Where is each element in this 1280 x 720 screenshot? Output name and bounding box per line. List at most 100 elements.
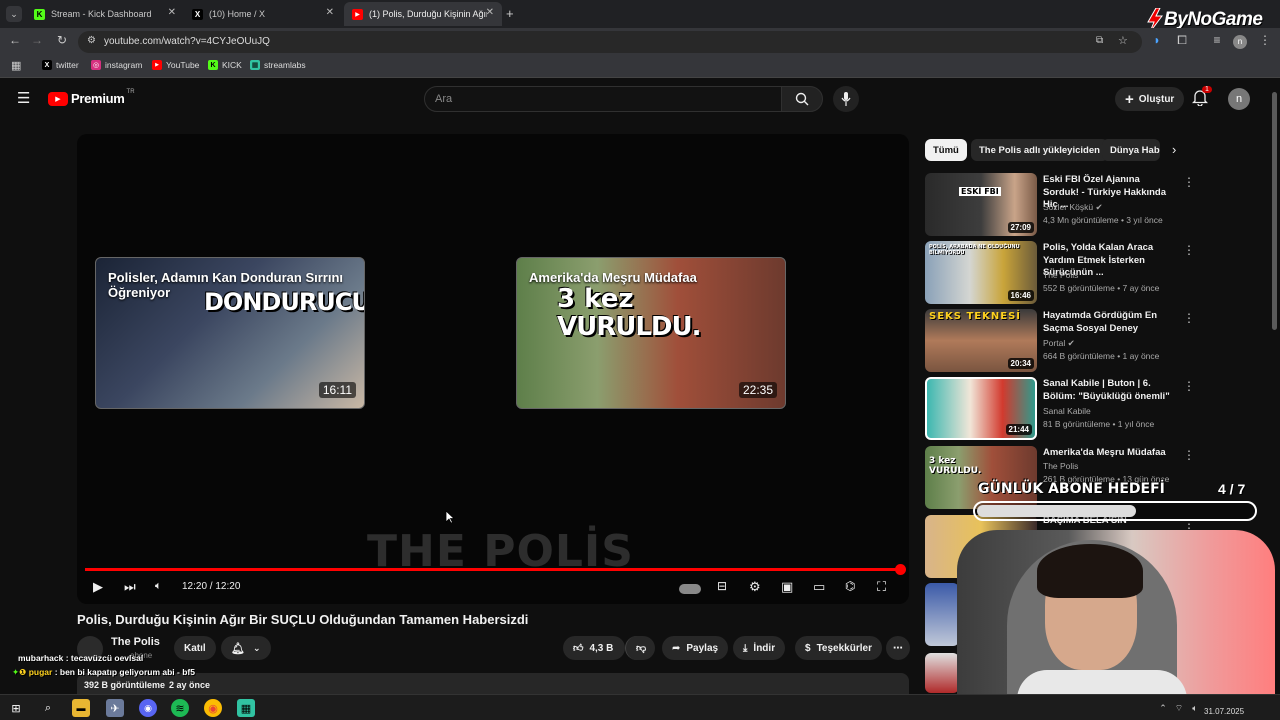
next-icon[interactable]: ⏭ <box>124 579 136 595</box>
miniplayer-icon[interactable]: ▣ <box>781 579 793 595</box>
tab-title: Stream - Kick Dashboard <box>51 9 152 19</box>
autoplay-toggle[interactable] <box>679 584 701 594</box>
account-avatar[interactable]: n <box>1228 88 1250 110</box>
progress-bar[interactable] <box>85 564 906 575</box>
video-thumbnail: 3 kez VURULDU. <box>925 446 1037 509</box>
more-vertical-icon[interactable]: ⋮ <box>1183 448 1195 462</box>
chip-from-uploader[interactable]: The Polis adlı yükleyiciden <box>971 139 1108 161</box>
streamer-hair <box>1037 544 1143 598</box>
speaker-icon[interactable]: 🔈︎ <box>1186 699 1204 717</box>
bookmark-kick[interactable]: K KICK <box>208 60 242 70</box>
file-explorer-icon[interactable]: ▬ <box>72 699 90 717</box>
video-thumbnail[interactable] <box>925 583 959 646</box>
cast-icon[interactable]: ⌬ <box>845 579 855 593</box>
video-thumbnail[interactable] <box>925 653 959 693</box>
chevron-right-icon[interactable]: › <box>1172 142 1176 157</box>
notifications-button[interactable]: 1 <box>1191 86 1212 111</box>
thumbnail-overlay-text: VURULDU. <box>557 312 702 342</box>
browser-tab-bar: ⌄ K Stream - Kick Dashboard ✕ X (10) Hom… <box>0 0 1280 32</box>
verified-icon: ✔ <box>1095 202 1103 212</box>
play-icon[interactable]: ▶ <box>93 579 103 595</box>
chip-all[interactable]: Tümü <box>925 139 967 161</box>
chip-world-news[interactable]: Dünya Hab <box>1102 139 1160 161</box>
voice-search-button[interactable] <box>833 86 859 112</box>
tab-search-icon[interactable]: ⌄ <box>6 6 22 22</box>
search-box[interactable] <box>424 86 782 112</box>
like-button[interactable]: 👍︎ 4,3 B <box>563 636 625 660</box>
spotify-icon[interactable]: ≋ <box>171 699 189 717</box>
fullscreen-icon[interactable]: ⛶ <box>877 579 886 595</box>
endcard-title: Polisler, Adamın Kan Donduran Sırrını Öğ… <box>108 270 344 300</box>
video-player[interactable]: DONDURUCUDA. Polisler, Adamın Kan Dondur… <box>77 134 909 604</box>
recommended-video[interactable]: POLİS, ARABADA NE OLDUĞUNU BİLMİYORDU 16… <box>925 241 1195 305</box>
like-count: 4,3 B <box>589 642 614 654</box>
create-button[interactable]: + Oluştur <box>1115 87 1185 111</box>
search-input[interactable] <box>435 93 765 105</box>
new-tab-icon[interactable]: + <box>506 6 514 21</box>
reload-icon[interactable]: ↻ <box>53 33 71 47</box>
endscreen-video-card[interactable]: 3 kez VURULDU. Amerika'da Meşru Müdafaa … <box>516 257 786 409</box>
share-button[interactable]: ➦ Paylaş <box>662 636 729 660</box>
video-title: Hayatımda Gördüğüm En Saçma Sosyal Deney <box>1043 310 1158 334</box>
more-vertical-icon[interactable]: ⋮ <box>1183 243 1195 257</box>
search-icon[interactable]: ⌕ <box>39 699 57 717</box>
tab-kick-dashboard[interactable]: K Stream - Kick Dashboard ✕ <box>26 2 184 26</box>
bookmark-streamlabs[interactable]: ▦ streamlabs <box>250 60 306 70</box>
puzzle-extensions-icon[interactable]: ⧠ <box>1173 33 1191 48</box>
hamburger-menu-icon[interactable]: ☰ <box>17 89 30 107</box>
youtube-premium-logo[interactable]: ▶ Premium TR <box>48 89 135 106</box>
tab-youtube-video[interactable]: ▶ (1) Polis, Durduğu Kişinin Ağır B ✕ <box>344 2 502 26</box>
bookmark-youtube[interactable]: ▶ YouTube <box>152 60 199 70</box>
thanks-button[interactable]: $ Teşekkürler <box>795 636 882 660</box>
discord-icon[interactable]: ◉ <box>139 699 157 717</box>
extension-icon[interactable]: ◗ <box>1148 33 1166 47</box>
channel-name: Portal ✔ <box>1043 338 1075 349</box>
download-button[interactable]: ⤓ İndir <box>733 636 786 660</box>
bookmark-instagram[interactable]: ◎ instagram <box>91 60 142 70</box>
site-info-icon[interactable]: ⚙ <box>87 35 96 46</box>
volume-icon[interactable]: 🔈︎ <box>155 580 162 593</box>
notification-bell-button[interactable]: 🔔︎ ⌄ <box>221 636 271 660</box>
endcard-title: Amerika'da Meşru Müdafaa <box>529 270 697 285</box>
media-control-icon[interactable]: ≡ <box>1208 33 1226 47</box>
windows-start-icon[interactable]: ⊞ <box>7 699 25 717</box>
recommended-video[interactable]: 21:44 Sanal Kabile | Buton | 6. Bölüm: "… <box>925 377 1195 441</box>
chip-label: Dünya Hab <box>1110 144 1160 156</box>
endscreen-video-card[interactable]: DONDURUCUDA. Polisler, Adamın Kan Dondur… <box>95 257 365 409</box>
more-vertical-icon[interactable]: ⋮ <box>1183 379 1195 393</box>
join-button[interactable]: Katıl <box>174 636 216 660</box>
channel-name[interactable]: The Polis <box>111 636 160 648</box>
video-duration: 27:09 <box>1007 222 1034 233</box>
more-actions-button[interactable]: ⋯ <box>886 636 910 660</box>
recommended-video[interactable]: SEKS TEKNESİ 20:34 Hayatımda Gördüğüm En… <box>925 309 1195 373</box>
more-vertical-icon[interactable]: ⋮ <box>1183 311 1195 325</box>
apps-grid-icon[interactable]: ▦ <box>11 59 21 72</box>
close-icon[interactable]: ✕ <box>326 7 334 18</box>
install-app-icon[interactable]: ⧉ <box>1096 35 1103 46</box>
page-scrollbar[interactable] <box>1272 92 1277 330</box>
settings-gear-icon[interactable]: ⚙ <box>749 579 761 595</box>
bookmark-twitter[interactable]: X twitter <box>42 60 79 70</box>
theater-mode-icon[interactable]: ▭ <box>813 579 825 595</box>
game-app-icon[interactable]: ✈ <box>106 699 124 717</box>
more-vertical-icon[interactable]: ⋮ <box>1183 175 1195 189</box>
video-title: Sanal Kabile | Buton | 6. Bölüm: "Büyükl… <box>1043 378 1170 402</box>
tab-title: (1) Polis, Durduğu Kişinin Ağır B <box>369 9 487 19</box>
streamlabs-app-icon[interactable]: ▦ <box>237 699 255 717</box>
address-bar[interactable]: ⚙ youtube.com/watch?v=4CYJeOUuJQ ⧉ ☆ <box>78 31 1142 53</box>
search-button[interactable] <box>781 86 823 112</box>
bookmark-star-icon[interactable]: ☆ <box>1118 34 1128 47</box>
profile-avatar-icon[interactable]: n <box>1233 35 1247 49</box>
tab-x-home[interactable]: X (10) Home / X ✕ <box>184 2 342 26</box>
browser-menu-icon[interactable]: ⋮ <box>1256 33 1274 47</box>
back-icon[interactable]: ← <box>6 33 24 47</box>
subtitles-icon[interactable]: ⊟ <box>717 579 727 593</box>
instagram-icon: ◎ <box>91 60 101 70</box>
close-icon[interactable]: ✕ <box>486 7 494 18</box>
recommended-video[interactable]: ESKİ FBI 27:09 Eski FBI Özel Ajanına Sor… <box>925 173 1195 237</box>
description-box[interactable]: 392 B görüntüleme 2 ay önce <box>77 673 909 695</box>
dislike-button[interactable]: 👎︎ <box>625 636 655 660</box>
chrome-icon[interactable]: ◉ <box>204 699 222 717</box>
forward-icon[interactable]: → <box>28 33 46 47</box>
close-icon[interactable]: ✕ <box>168 7 176 18</box>
